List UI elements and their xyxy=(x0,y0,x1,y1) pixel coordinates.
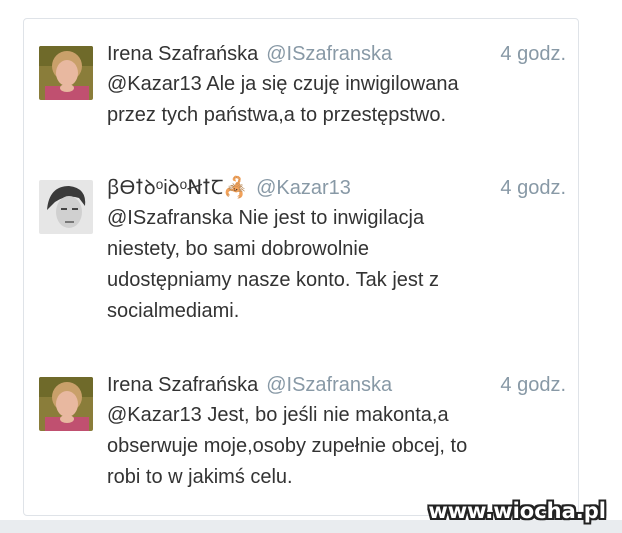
watermark: www.wiocha.pl xyxy=(428,499,606,523)
author-name[interactable]: Irena Szafrańska xyxy=(107,372,258,398)
avatar[interactable] xyxy=(39,377,93,431)
avatar-woman-icon xyxy=(39,377,93,431)
author-handle[interactable]: @Kazar13 xyxy=(256,175,351,201)
scorpion-emoji: 🦂 xyxy=(223,177,249,199)
avatar-man-icon xyxy=(39,180,93,234)
avatar-woman-icon xyxy=(39,46,93,100)
tweet-text: @Kazar13 Ale ja się czuję inwigilowana p… xyxy=(107,73,459,126)
tweet-text: @Kazar13 Jest, bo jeśli nie makonta,a ob… xyxy=(107,404,468,488)
tweet-thread-card: Irena Szafrańska @ISzafranska 4 godz. @K… xyxy=(23,18,579,516)
author-name[interactable]: Irena Szafrańska xyxy=(107,41,258,67)
tweet-time[interactable]: 4 godz. xyxy=(500,175,566,201)
tweet-text: @ISzafranska Nie jest to inwigilacja nie… xyxy=(107,207,440,322)
tweet-time[interactable]: 4 godz. xyxy=(500,41,566,67)
author-name[interactable]: ꞵϴꝉꝺᵒiꝺᵒꞤꝉꞆ xyxy=(107,175,223,201)
avatar[interactable] xyxy=(39,46,93,100)
author-handle[interactable]: @ISzafranska xyxy=(266,372,392,398)
tweet-time[interactable]: 4 godz. xyxy=(500,372,566,398)
avatar[interactable] xyxy=(39,180,93,234)
author-handle[interactable]: @ISzafranska xyxy=(266,41,392,67)
